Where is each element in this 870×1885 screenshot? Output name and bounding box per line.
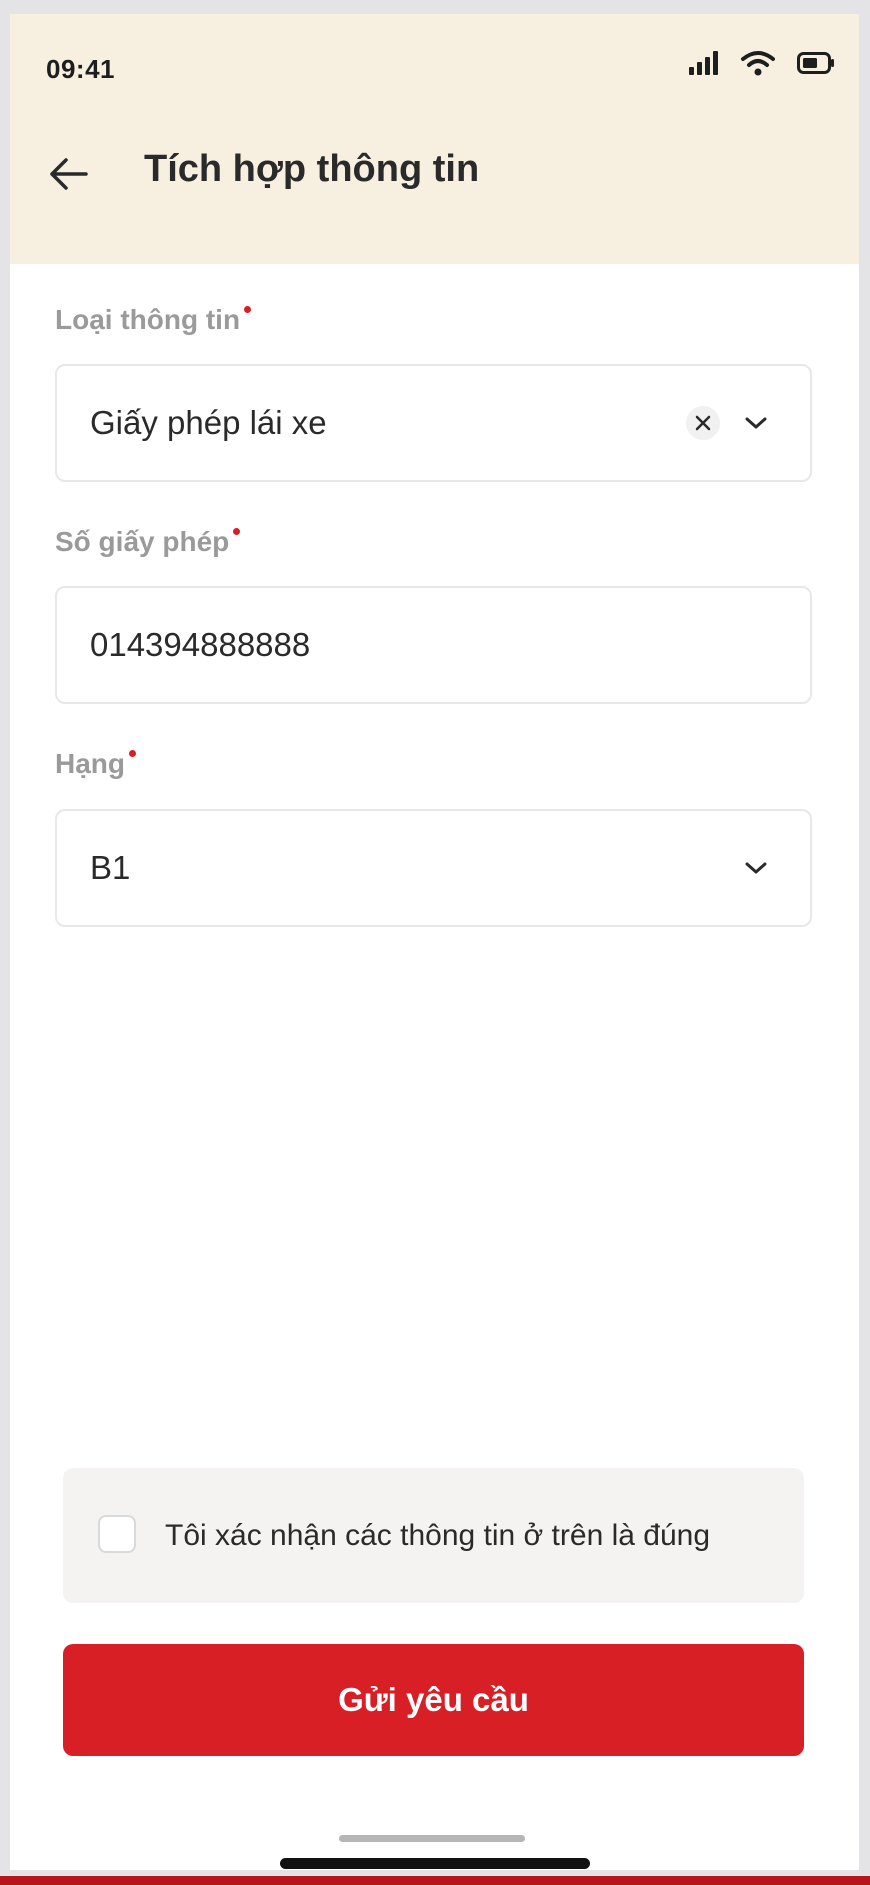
clear-button[interactable] [686, 406, 720, 440]
info-type-label-text: Loại thông tin [55, 304, 241, 335]
license-class-select[interactable]: B1 [55, 809, 812, 927]
chevron-down-icon[interactable] [744, 415, 768, 431]
scroll-indicator [339, 1835, 525, 1842]
bottom-strip [0, 1876, 870, 1885]
chevron-down-icon[interactable] [744, 860, 768, 876]
signal-icon [689, 51, 719, 80]
license-class-label-text: Hạng [55, 748, 125, 779]
required-dot [129, 750, 136, 757]
submit-button[interactable]: Gửi yêu cầu [63, 1644, 804, 1756]
required-dot [244, 306, 252, 313]
arrow-left-icon [50, 158, 88, 190]
close-icon [695, 415, 711, 431]
confirm-checkbox[interactable] [98, 1515, 136, 1553]
wifi-icon [741, 50, 775, 81]
confirm-label: Tôi xác nhận các thông tin ở trên là đún… [165, 1518, 711, 1552]
license-class-label: Hạng [55, 748, 136, 780]
info-type-label: Loại thông tin [55, 304, 252, 336]
status-time: 09:41 [46, 54, 115, 84]
header: 09:41 Tích hợp thông tin [10, 14, 859, 264]
license-number-label-text: Số giấy phép [55, 526, 230, 557]
info-type-value: Giấy phép lái xe [90, 404, 327, 441]
license-number-value: 014394888888 [90, 626, 311, 663]
page-title: Tích hợp thông tin [144, 148, 480, 190]
battery-icon [797, 52, 835, 79]
license-number-field[interactable]: 014394888888 [55, 586, 812, 704]
confirm-panel: Tôi xác nhận các thông tin ở trên là đún… [63, 1468, 804, 1603]
app-screen: 09:41 Tích hợp thông tin Loại thông tin … [10, 14, 859, 1870]
info-type-select[interactable]: Giấy phép lái xe [55, 364, 812, 482]
required-dot [233, 528, 241, 535]
license-number-label: Số giấy phép [55, 526, 241, 558]
back-button[interactable] [46, 151, 92, 197]
license-class-value: B1 [90, 849, 131, 886]
home-indicator [280, 1858, 590, 1869]
status-icons [689, 50, 835, 81]
